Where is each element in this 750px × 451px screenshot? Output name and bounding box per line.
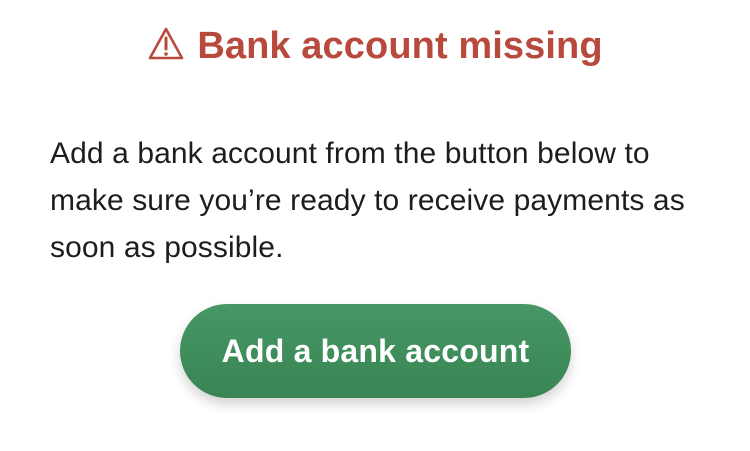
add-bank-account-button[interactable]: Add a bank account bbox=[180, 304, 571, 398]
bank-account-missing-alert: Bank account missing Add a bank account … bbox=[0, 0, 750, 451]
alert-title: Bank account missing bbox=[197, 25, 603, 67]
warning-triangle-icon bbox=[147, 25, 185, 63]
alert-header: Bank account missing bbox=[0, 18, 750, 74]
alert-message: Add a bank account from the button below… bbox=[50, 137, 685, 264]
